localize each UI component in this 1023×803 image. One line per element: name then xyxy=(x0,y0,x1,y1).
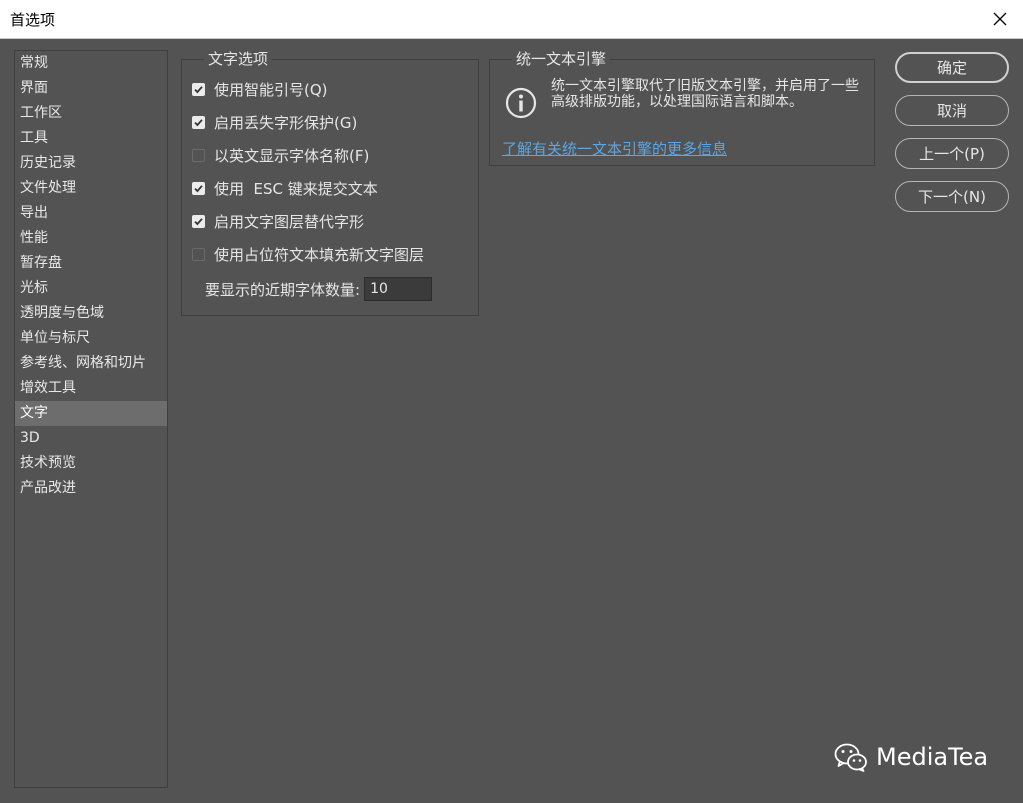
checkbox-row[interactable]: 使用 ESC 键来提交文本 xyxy=(192,177,378,199)
previous-button[interactable]: 上一个(P) xyxy=(895,138,1009,169)
title-bar: 首选项 xyxy=(0,0,1023,39)
checkbox-checked[interactable] xyxy=(192,115,205,129)
next-button[interactable]: 下一个(N) xyxy=(895,181,1009,212)
type-options-legend: 文字选项 xyxy=(204,50,273,68)
checkbox-label: 启用文字图层替代字形 xyxy=(214,212,365,231)
checkbox-unchecked[interactable] xyxy=(192,247,205,261)
sidebar-item[interactable]: 光标 xyxy=(15,276,167,301)
checkbox-row[interactable]: 启用丢失字形保护(G) xyxy=(192,111,357,133)
sidebar-item[interactable]: 增效工具 xyxy=(15,376,167,401)
type-options-group: 文字选项 使用智能引号(Q) 启用丢失字形保护(G) 以英文显示字体名称(F) 使用 … xyxy=(181,50,479,316)
checkmark-icon xyxy=(194,85,203,93)
watermark: MediaTea xyxy=(834,742,988,772)
sidebar-item[interactable]: 参考线、网格和切片 xyxy=(15,351,167,376)
checkbox-checked[interactable] xyxy=(192,181,205,195)
sidebar-item[interactable]: 暂存盘 xyxy=(15,251,167,276)
sidebar-item[interactable]: 导出 xyxy=(15,201,167,226)
sidebar-item[interactable]: 历史记录 xyxy=(15,151,167,176)
sidebar-item[interactable]: 工作区 xyxy=(15,101,167,126)
wechat-icon xyxy=(834,743,867,772)
info-icon xyxy=(505,87,537,119)
text-engine-learn-more-link[interactable]: 了解有关统一文本引擎的更多信息 xyxy=(502,138,727,159)
cancel-button[interactable]: 取消 xyxy=(895,95,1009,126)
checkbox-unchecked[interactable] xyxy=(192,148,205,162)
checkbox-label: 启用丢失字形保护(G) xyxy=(214,113,358,132)
sidebar-item[interactable]: 技术预览 xyxy=(15,451,167,476)
checkmark-icon xyxy=(194,118,203,126)
sidebar-item[interactable]: 文字 xyxy=(15,401,167,426)
checkbox-row[interactable]: 使用占位符文本填充新文字图层 xyxy=(192,243,424,265)
sidebar-item[interactable]: 产品改进 xyxy=(15,476,167,501)
close-button[interactable] xyxy=(977,0,1023,38)
checkbox-row[interactable]: 以英文显示字体名称(F) xyxy=(192,144,369,166)
checkbox-label: 使用智能引号(Q) xyxy=(214,80,328,99)
checkmark-icon xyxy=(194,217,203,225)
sidebar-item[interactable]: 界面 xyxy=(15,76,167,101)
recent-fonts-input[interactable] xyxy=(364,277,433,301)
sidebar-item[interactable]: 工具 xyxy=(15,126,167,151)
sidebar-item[interactable]: 文件处理 xyxy=(15,176,167,201)
sidebar-item[interactable]: 单位与标尺 xyxy=(15,326,167,351)
checkbox-label: 以英文显示字体名称(F) xyxy=(214,146,370,165)
checkbox-checked[interactable] xyxy=(192,214,205,228)
window-title: 首选项 xyxy=(10,11,56,29)
recent-fonts-row: 要显示的近期字体数量: xyxy=(205,277,433,301)
text-engine-legend: 统一文本引擎 xyxy=(512,50,611,68)
sidebar-item[interactable]: 常规 xyxy=(15,51,167,76)
text-engine-description: 统一文本引擎取代了旧版文本引擎，并启用了一些高级排版功能，以处理国际语言和脚本。 xyxy=(551,78,859,110)
checkbox-checked[interactable] xyxy=(192,82,205,96)
category-list: 常规 界面 工作区 工具 历史记录 文件处理 导出 性能 暂存盘 光标 透明度与色域 单位与标尺 参考线… xyxy=(15,51,167,501)
sidebar-item[interactable]: 透明度与色域 xyxy=(15,301,167,326)
checkbox-label: 使用占位符文本填充新文字图层 xyxy=(214,245,425,264)
checkmark-icon xyxy=(194,184,203,192)
recent-fonts-label: 要显示的近期字体数量: xyxy=(205,280,361,299)
close-icon xyxy=(993,12,1007,26)
text-engine-group: 统一文本引擎 统一文本引擎取代了旧版文本引擎，并启用了一些高级排版功能，以处理国… xyxy=(489,50,875,166)
checkbox-row[interactable]: 启用文字图层替代字形 xyxy=(192,210,364,232)
sidebar-item[interactable]: 性能 xyxy=(15,226,167,251)
checkbox-label: 使用 ESC 键来提交文本 xyxy=(214,179,378,198)
watermark-text: MediaTea xyxy=(876,743,989,771)
sidebar-item[interactable]: 3D xyxy=(15,426,167,451)
checkbox-row[interactable]: 使用智能引号(Q) xyxy=(192,78,328,100)
ok-button[interactable]: 确定 xyxy=(895,52,1009,83)
category-sidebar: 常规 界面 工作区 工具 历史记录 文件处理 导出 性能 暂存盘 光标 透明度与色域 单位与标尺 参考线… xyxy=(14,50,168,788)
